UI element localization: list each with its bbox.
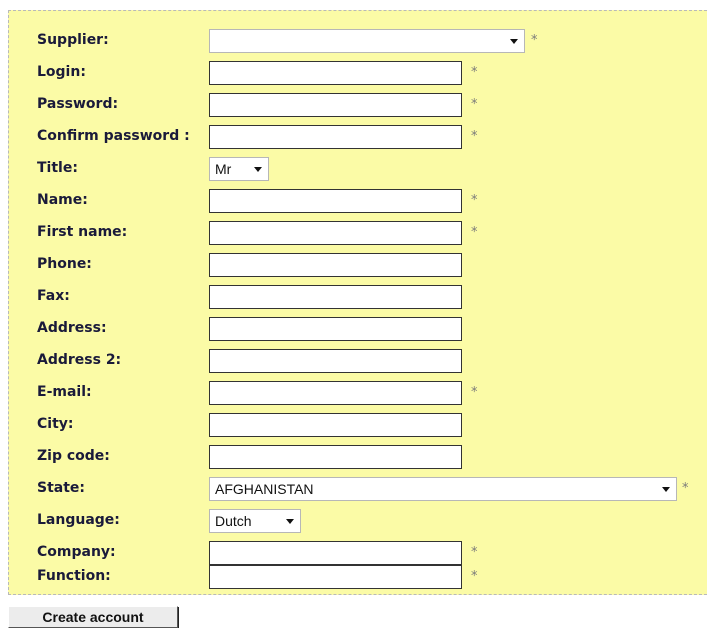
required-marker: *: [531, 33, 538, 48]
required-marker: *: [471, 569, 478, 584]
email-field[interactable]: [209, 381, 462, 405]
password-field[interactable]: [209, 93, 462, 117]
function-label: Function:: [37, 568, 111, 584]
fax-label: Fax:: [37, 288, 70, 304]
required-marker: *: [682, 481, 689, 496]
title-select[interactable]: Mr: [209, 157, 269, 181]
name-field[interactable]: [209, 189, 462, 213]
address-row: Address:: [9, 313, 707, 345]
title-label: Title:: [37, 160, 78, 176]
required-marker: *: [471, 225, 478, 240]
registration-form-panel: Supplier: * Login: * Password: * Confirm…: [8, 10, 707, 595]
zip-row: Zip code:: [9, 441, 707, 473]
city-row: City:: [9, 409, 707, 441]
chevron-down-icon: [510, 39, 518, 44]
password-label: Password:: [37, 96, 119, 112]
state-select[interactable]: AFGHANISTAN: [209, 477, 677, 501]
address2-row: Address 2:: [9, 345, 707, 377]
zip-label: Zip code:: [37, 448, 110, 464]
supplier-row: Supplier: *: [9, 25, 707, 57]
required-marker: *: [471, 65, 478, 80]
state-label: State:: [37, 480, 86, 496]
login-label: Login:: [37, 64, 86, 80]
function-field[interactable]: [209, 565, 462, 589]
password-row: Password: *: [9, 89, 707, 121]
confirm-password-field[interactable]: [209, 125, 462, 149]
login-field[interactable]: [209, 61, 462, 85]
confirm-password-label: Confirm password :: [37, 128, 190, 144]
zip-field[interactable]: [209, 445, 462, 469]
email-label: E-mail:: [37, 384, 92, 400]
city-label: City:: [37, 416, 74, 432]
chevron-down-icon: [286, 519, 294, 524]
required-marker: *: [471, 385, 478, 400]
required-marker: *: [471, 193, 478, 208]
supplier-select[interactable]: [209, 29, 525, 53]
address2-field[interactable]: [209, 349, 462, 373]
language-label: Language:: [37, 512, 120, 528]
first-name-label: First name:: [37, 224, 128, 240]
state-select-value: AFGHANISTAN: [215, 481, 314, 497]
name-label: Name:: [37, 192, 88, 208]
title-row: Title: Mr: [9, 153, 707, 185]
confirm-password-row: Confirm password : *: [9, 121, 707, 153]
address-label: Address:: [37, 320, 107, 336]
company-label: Company:: [37, 544, 116, 560]
chevron-down-icon: [254, 167, 262, 172]
phone-label: Phone:: [37, 256, 92, 272]
language-row: Language: Dutch: [9, 505, 707, 537]
fax-field[interactable]: [209, 285, 462, 309]
first-name-field[interactable]: [209, 221, 462, 245]
phone-row: Phone:: [9, 249, 707, 281]
phone-field[interactable]: [209, 253, 462, 277]
title-select-value: Mr: [215, 161, 232, 177]
email-row: E-mail: *: [9, 377, 707, 409]
function-row: Function: *: [9, 561, 707, 593]
supplier-label: Supplier:: [37, 32, 109, 48]
required-marker: *: [471, 545, 478, 560]
fax-row: Fax:: [9, 281, 707, 313]
address2-label: Address 2:: [37, 352, 122, 368]
state-row: State: AFGHANISTAN *: [9, 473, 707, 505]
language-select[interactable]: Dutch: [209, 509, 301, 533]
chevron-down-icon: [662, 487, 670, 492]
name-row: Name: *: [9, 185, 707, 217]
address-field[interactable]: [209, 317, 462, 341]
first-name-row: First name: *: [9, 217, 707, 249]
city-field[interactable]: [209, 413, 462, 437]
language-select-value: Dutch: [215, 513, 252, 529]
required-marker: *: [471, 97, 478, 112]
login-row: Login: *: [9, 57, 707, 89]
required-marker: *: [471, 129, 478, 144]
